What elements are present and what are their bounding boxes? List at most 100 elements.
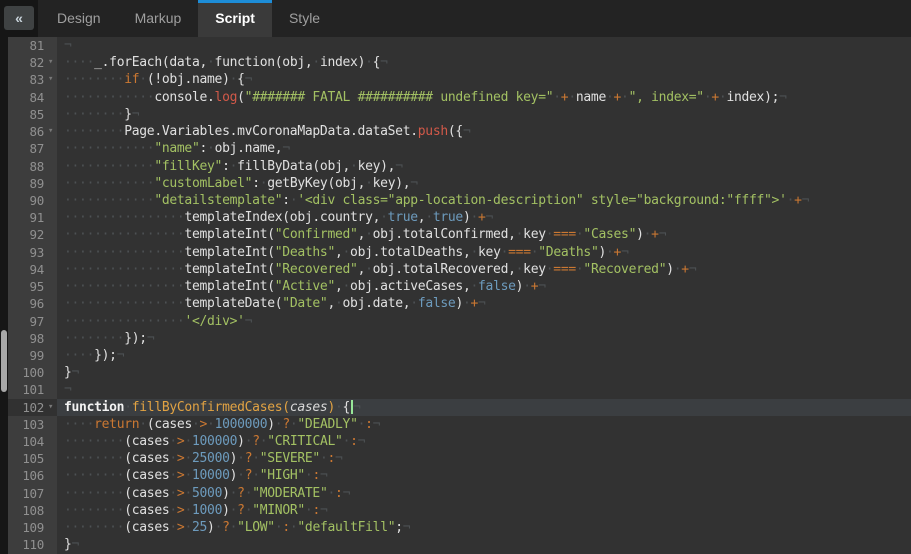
eol-marker: ¬: [343, 486, 351, 501]
gutter-cell: 89: [8, 175, 57, 192]
eol-marker: ¬: [64, 382, 72, 397]
code-line[interactable]: 87············"name":·obj.name,¬: [8, 140, 911, 157]
fold-spacer: [44, 502, 57, 519]
code-line[interactable]: 105········(cases·>·25000)·?·"SEVERE"·:¬: [8, 450, 911, 467]
code-line[interactable]: 83▾········if·(!obj.name)·{¬: [8, 71, 911, 88]
eol-marker: ¬: [320, 503, 328, 518]
line-number: 84: [8, 89, 44, 106]
line-number: 108: [8, 502, 44, 519]
eol-marker: ¬: [779, 90, 787, 105]
code-line[interactable]: 86▾········Page.Variables.mvCoronaMapDat…: [8, 123, 911, 140]
code-text: ················'</div>'¬: [57, 313, 911, 330]
code-line[interactable]: 102▾function·fillByConfirmedCases(cases)…: [8, 399, 911, 416]
line-number: 97: [8, 313, 44, 330]
code-text: ¬: [57, 37, 911, 54]
code-editor[interactable]: 81¬82▾····_.forEach(data,·function(obj,·…: [8, 37, 911, 554]
code-line[interactable]: 106········(cases·>·10000)·?·"HIGH"·:¬: [8, 467, 911, 484]
line-number: 99: [8, 347, 44, 364]
gutter-cell: 107: [8, 485, 57, 502]
code-text: ¬: [57, 381, 911, 398]
gutter-cell: 95: [8, 278, 57, 295]
code-line[interactable]: 90············"detailstemplate":·'<div c…: [8, 192, 911, 209]
fold-spacer: [44, 519, 57, 536]
tab-design[interactable]: Design: [40, 0, 118, 37]
code-line[interactable]: 93················templateInt("Deaths",·…: [8, 244, 911, 261]
code-line[interactable]: 108········(cases·>·1000)·?·"MINOR"·:¬: [8, 502, 911, 519]
eol-marker: ¬: [245, 72, 253, 87]
gutter-cell: 97: [8, 313, 57, 330]
fold-caret-icon[interactable]: ▾: [44, 54, 57, 71]
gutter-cell: 96: [8, 295, 57, 312]
code-line[interactable]: 107········(cases·>·5000)·?·"MODERATE"·:…: [8, 485, 911, 502]
eol-marker: ¬: [245, 314, 253, 329]
code-text: ····});¬: [57, 347, 911, 364]
code-text: ········}¬: [57, 106, 911, 123]
code-text: ················templateInt("Recovered",…: [57, 261, 911, 278]
code-line[interactable]: 88············"fillKey":·fillByData(obj,…: [8, 158, 911, 175]
line-number: 81: [8, 37, 44, 54]
code-text: ················templateDate("Date",·obj…: [57, 295, 911, 312]
line-number: 93: [8, 244, 44, 261]
scrollbar-thumb[interactable]: [1, 330, 7, 392]
code-line[interactable]: 109········(cases·>·25)·?·"LOW"·:·"defau…: [8, 519, 911, 536]
code-text: ········(cases·>·25)·?·"LOW"·:·"defaultF…: [57, 519, 911, 536]
code-line[interactable]: 92 ················templateInt("Confirmed…: [8, 226, 911, 243]
code-line[interactable]: 84············console.log("####### FATAL…: [8, 89, 911, 106]
fold-caret-icon[interactable]: ▾: [44, 123, 57, 140]
fold-caret-icon[interactable]: ▾: [44, 399, 57, 416]
code-line[interactable]: 97 ················'</div>'¬: [8, 313, 911, 330]
line-number: 89: [8, 175, 44, 192]
fold-spacer: [44, 536, 57, 553]
collapse-panel-button[interactable]: «: [4, 6, 34, 30]
eol-marker: ¬: [380, 55, 388, 70]
gutter-cell: 88: [8, 158, 57, 175]
tab-markup[interactable]: Markup: [118, 0, 199, 37]
fold-spacer: [44, 140, 57, 157]
eol-marker: ¬: [282, 141, 290, 156]
fold-spacer: [44, 485, 57, 502]
line-number: 92: [8, 226, 44, 243]
eol-marker: ¬: [689, 262, 697, 277]
gutter-cell: 93: [8, 244, 57, 261]
eol-marker: ¬: [72, 537, 80, 552]
code-line[interactable]: 98········});¬: [8, 330, 911, 347]
fold-caret-icon[interactable]: ▾: [44, 71, 57, 88]
code-line[interactable]: 96················templateDate("Date",·o…: [8, 295, 911, 312]
code-line[interactable]: 110}¬: [8, 536, 911, 553]
code-text: ················templateInt("Confirmed",…: [57, 226, 911, 243]
editor-tab-bar: « Design Markup Script Style: [0, 0, 911, 37]
gutter-cell: 108: [8, 502, 57, 519]
fold-spacer: [44, 364, 57, 381]
code-line[interactable]: 85 ········}¬: [8, 106, 911, 123]
script-editor-panel: 81¬82▾····_.forEach(data,·function(obj,·…: [0, 37, 911, 554]
code-line[interactable]: 101¬: [8, 381, 911, 398]
code-line[interactable]: 99 ····});¬: [8, 347, 911, 364]
gutter-cell: 84: [8, 89, 57, 106]
tab-style[interactable]: Style: [272, 0, 337, 37]
code-text: ············"customLabel":·getByKey(obj,…: [57, 175, 911, 192]
eol-marker: ¬: [335, 451, 343, 466]
line-number: 102: [8, 399, 44, 416]
code-line[interactable]: 100}¬: [8, 364, 911, 381]
fold-spacer: [44, 244, 57, 261]
fold-spacer: [44, 158, 57, 175]
eol-marker: ¬: [802, 193, 810, 208]
gutter-cell: 81: [8, 37, 57, 54]
line-number: 85: [8, 106, 44, 123]
code-text: ················templateIndex(obj.countr…: [57, 209, 911, 226]
code-line[interactable]: 95················templateInt("Active",·…: [8, 278, 911, 295]
code-line[interactable]: 89 ············"customLabel":·getByKey(ob…: [8, 175, 911, 192]
code-line[interactable]: 94 ················templateInt("Recovered…: [8, 261, 911, 278]
tab-script[interactable]: Script: [198, 0, 272, 37]
left-scrollbar-track[interactable]: [0, 37, 8, 554]
code-line[interactable]: 103····return·(cases·>·1000000)·?·"DEADL…: [8, 416, 911, 433]
gutter-cell: 110: [8, 536, 57, 553]
line-number: 94: [8, 261, 44, 278]
line-number: 107: [8, 485, 44, 502]
code-line[interactable]: 81 ¬: [8, 37, 911, 54]
line-number: 87: [8, 140, 44, 157]
code-line[interactable]: 82▾····_.forEach(data,·function(obj,·ind…: [8, 54, 911, 71]
code-line[interactable]: 104········(cases·>·100000)·?·"CRITICAL"…: [8, 433, 911, 450]
code-line[interactable]: 91················templateIndex(obj.coun…: [8, 209, 911, 226]
fold-spacer: [44, 106, 57, 123]
